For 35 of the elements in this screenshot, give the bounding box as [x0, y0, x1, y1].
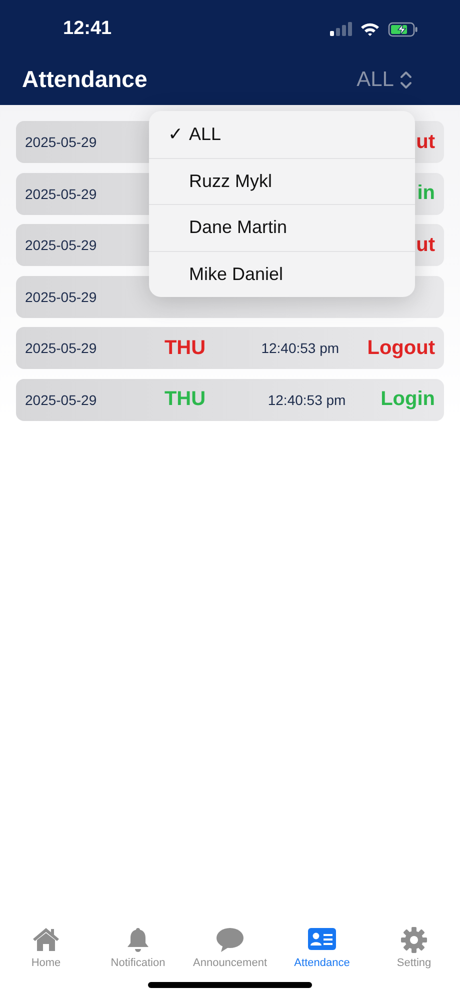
date-text: 2025-05-29	[25, 392, 98, 408]
status-text: ut	[416, 130, 435, 154]
date-text: 2025-05-29	[25, 288, 98, 304]
tab-item[interactable]: Announcement	[184, 914, 276, 982]
date-text: 2025-05-29	[25, 237, 98, 253]
page-title: Attendance	[22, 66, 148, 93]
day-text: THU	[163, 388, 207, 411]
tab-item[interactable]: Attendance	[276, 914, 368, 982]
filter-dropdown[interactable]: ALL	[356, 68, 412, 92]
status-time: 12:41	[63, 18, 112, 40]
status-text: in	[417, 182, 435, 205]
settings-icon	[400, 926, 428, 954]
tab-item[interactable]: Notification	[92, 914, 184, 982]
signal-icon	[330, 22, 352, 36]
day-text: THU	[163, 336, 207, 360]
status-text: ut	[416, 234, 435, 256]
tab-item[interactable]: Home	[0, 914, 92, 982]
date-text: 2025-05-29	[25, 340, 98, 356]
time-text: 12:40:53 pm	[266, 392, 347, 408]
wifi-icon	[360, 22, 380, 36]
checkmark-icon: ✓	[149, 123, 183, 146]
menu-item[interactable]: Ruzz Mykl	[149, 158, 415, 204]
home-icon	[32, 926, 60, 954]
time-text: 12:40:53 pm	[260, 340, 340, 356]
speech-bubble-icon	[216, 926, 244, 954]
menu-item[interactable]: Dane Martin	[149, 204, 415, 250]
tab-item[interactable]: Setting	[368, 914, 460, 982]
menu-item[interactable]: ✓ ALL	[149, 111, 415, 158]
date-text: 2025-05-29	[25, 134, 98, 150]
status-text: Login	[380, 388, 435, 411]
status-text: Logout	[367, 336, 435, 360]
battery-icon	[388, 22, 418, 36]
date-text: 2025-05-29	[25, 186, 98, 202]
chevron-updown-icon	[400, 70, 412, 90]
menu-item[interactable]: Mike Daniel	[149, 250, 415, 297]
